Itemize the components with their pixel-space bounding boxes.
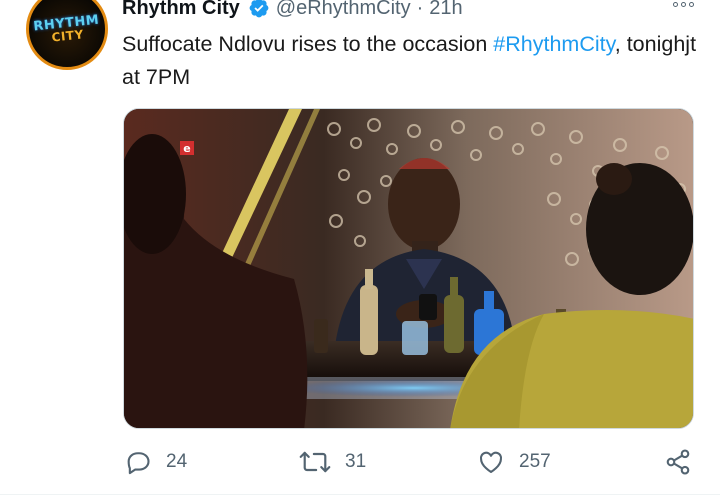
retweet-button[interactable]: 31 bbox=[299, 444, 366, 480]
tweet-text-part1: Suffocate Ndlovu rises to the occasion bbox=[122, 32, 494, 56]
reply-button[interactable]: 24 bbox=[124, 444, 187, 480]
separator-dot: · bbox=[416, 0, 424, 19]
heart-icon bbox=[477, 448, 505, 476]
tweet-text: Suffocate Ndlovu rises to the occasion #… bbox=[122, 28, 707, 94]
tweet-divider bbox=[0, 494, 720, 495]
author-name[interactable]: Rhythm City bbox=[122, 0, 240, 20]
avatar-logo-line2: CITY bbox=[50, 26, 85, 45]
like-count: 257 bbox=[519, 451, 551, 472]
retweet-icon bbox=[299, 448, 331, 476]
tweet-header: Rhythm City @eRhythmCity · 21h bbox=[122, 0, 463, 22]
like-button[interactable]: 257 bbox=[477, 444, 551, 480]
retweet-count: 31 bbox=[345, 451, 367, 472]
channel-watermark-text: e bbox=[183, 142, 190, 155]
hashtag-link[interactable]: #RhythmCity bbox=[493, 32, 614, 56]
more-options-button[interactable] bbox=[673, 2, 694, 7]
bar-scene-image: e bbox=[124, 109, 693, 428]
reply-count: 24 bbox=[166, 451, 188, 472]
share-icon bbox=[664, 448, 692, 476]
reply-icon bbox=[124, 448, 152, 476]
tweet-media-image[interactable]: e bbox=[123, 108, 694, 429]
verified-badge-icon bbox=[248, 0, 270, 19]
tweet-timestamp[interactable]: 21h bbox=[429, 0, 462, 20]
share-button[interactable] bbox=[664, 444, 692, 480]
more-dots-icon bbox=[673, 2, 678, 7]
author-handle[interactable]: @eRhythmCity bbox=[276, 0, 411, 20]
rhythm-city-logo: RHYTHM CITY bbox=[33, 12, 101, 45]
tweet-actions-bar: 24 31 257 bbox=[0, 444, 720, 480]
avatar[interactable]: RHYTHM CITY bbox=[26, 0, 108, 70]
